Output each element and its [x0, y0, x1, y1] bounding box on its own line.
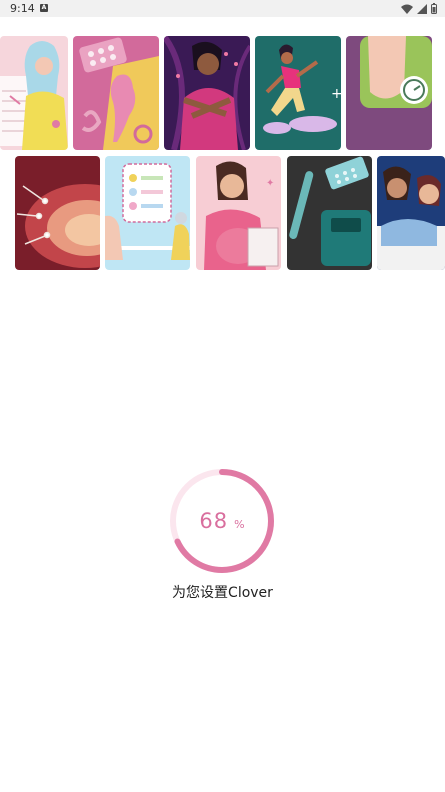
signal-icon — [417, 3, 427, 14]
progress-unit: % — [234, 517, 245, 531]
foot-on-scale-illustration — [346, 36, 432, 150]
loading-progress-ring: 68 % — [169, 468, 275, 574]
wifi-icon — [401, 4, 413, 14]
battery-icon — [431, 3, 437, 14]
svg-text:+: + — [331, 86, 341, 102]
status-time: 9:14 — [10, 2, 35, 15]
loading-label: 为您设置Clover — [172, 585, 273, 601]
status-icons — [401, 2, 437, 15]
woman-running-scale-illustration: + — [255, 36, 341, 150]
couple-in-bed-illustration — [377, 156, 445, 270]
progress-readout: 68 % — [169, 468, 275, 574]
woman-with-calendar-illustration — [0, 36, 68, 150]
status-bar: 9:14 A — [0, 0, 445, 17]
pregnancy-test-scale-illustration — [287, 156, 372, 270]
pill-packs-pregnancy-illustration — [73, 36, 159, 150]
doctor-consultation-illustration — [105, 156, 190, 270]
sperm-egg-closeup-illustration — [15, 156, 100, 270]
progress-percent: 68 — [199, 509, 229, 533]
notification-a-icon: A — [40, 4, 48, 12]
woman-hugging-self-illustration — [164, 36, 250, 150]
svg-text:✦: ✦ — [266, 178, 274, 189]
pregnant-woman-writing-illustration: ✦ — [196, 156, 281, 270]
